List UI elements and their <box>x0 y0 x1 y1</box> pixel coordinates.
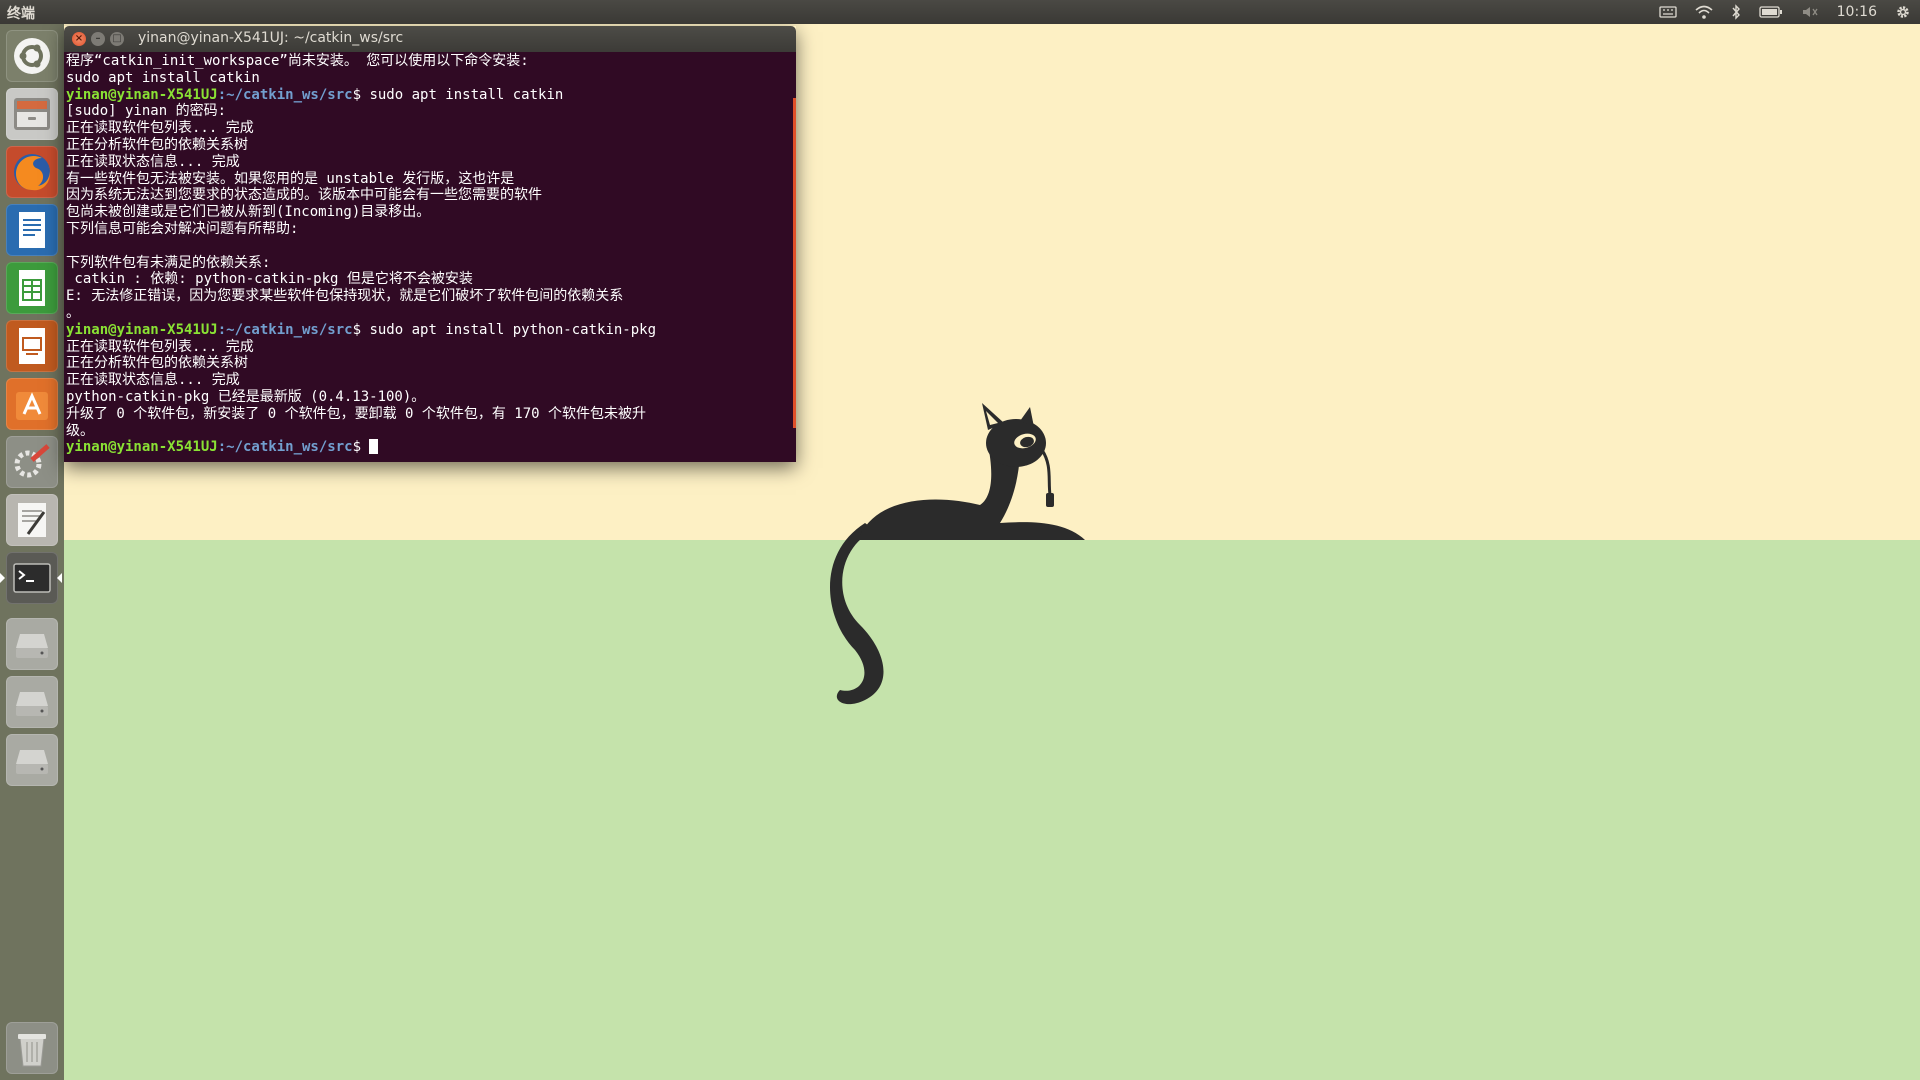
settings-wrench-icon <box>14 444 50 478</box>
prompt-path: :~/catkin_ws/src <box>217 321 353 338</box>
launcher <box>0 24 64 1080</box>
focused-indicator <box>57 573 62 583</box>
terminal-line: 下列信息可能会对解决问题有所帮助: <box>66 220 299 237</box>
terminal-line: 正在读取软件包列表... 完成 <box>66 120 254 137</box>
top-panel: 终端 10:16 <box>0 0 1920 24</box>
libreoffice-writer-icon <box>19 212 45 248</box>
launcher-writer[interactable] <box>6 204 58 256</box>
terminal-output[interactable]: 程序“catkin_init_workspace”尚未安装。 您可以使用以下命令… <box>64 52 796 462</box>
bluetooth-icon[interactable] <box>1731 4 1741 20</box>
terminal-line: 正在读取状态信息... 完成 <box>66 372 240 389</box>
keyboard-icon[interactable] <box>1658 5 1677 19</box>
launcher-drive-3[interactable] <box>6 734 58 786</box>
libreoffice-impress-icon <box>19 328 45 364</box>
terminal-line: E: 无法修正错误，因为您要求某些软件包保持现状，就是它们破坏了软件包间的依赖关… <box>66 288 624 305</box>
terminal-line: 下列软件包有未满足的依赖关系: <box>66 254 271 271</box>
terminal-line: 因为系统无法达到您要求的状态造成的。该版本中可能会有一些您需要的软件 <box>66 187 542 204</box>
terminal-line: 有一些软件包无法被安装。如果您用的是 unstable 发行版，这也许是 <box>66 170 515 187</box>
launcher-terminal[interactable] <box>0 552 62 604</box>
terminal-line: 正在分析软件包的依赖关系树 <box>66 136 248 153</box>
hard-drive-icon <box>16 750 48 774</box>
prompt-path: :~/catkin_ws/src <box>217 439 353 456</box>
terminal-line: 包尚未被创建或是它们已被从新到(Incoming)目录移出。 <box>66 204 431 221</box>
terminal-line: python-catkin-pkg 已经是最新版 (0.4.13-100)。 <box>66 388 426 405</box>
text-editor-icon <box>18 503 46 537</box>
prompt-user: yinan@yinan-X541UJ <box>66 86 218 103</box>
software-center-icon <box>16 392 48 420</box>
terminal-line: 正在读取软件包列表... 完成 <box>66 338 254 355</box>
hard-drive-icon <box>16 692 48 716</box>
active-app-name: 终端 <box>7 6 35 22</box>
firefox-icon <box>14 154 50 191</box>
running-indicator <box>0 573 5 583</box>
launcher-impress[interactable] <box>6 320 58 372</box>
cat-wallpaper-illustration <box>830 403 1085 705</box>
terminal-line: 正在分析软件包的依赖关系树 <box>66 355 248 372</box>
launcher-trash[interactable] <box>6 1022 58 1074</box>
terminal-line: 级。 <box>66 422 94 439</box>
wifi-icon[interactable] <box>1695 5 1713 19</box>
terminal-line: 程序“catkin_init_workspace”尚未安装。 您可以使用以下命令… <box>66 53 529 69</box>
terminal-scrollbar[interactable] <box>793 98 796 428</box>
terminal-prompt-line: yinan@yinan-X541UJ:~/catkin_ws/src$ sudo… <box>66 322 796 339</box>
libreoffice-calc-icon <box>19 270 45 306</box>
terminal-window[interactable]: × – □ yinan@yinan-X541UJ: ~/catkin_ws/sr… <box>64 26 796 462</box>
terminal-line: 升级了 0 个软件包，新安装了 0 个软件包，要卸载 0 个软件包，有 170 … <box>66 405 646 422</box>
prompt-symbol: $ <box>352 439 370 456</box>
maximize-button[interactable]: □ <box>110 32 124 46</box>
indicator-area: 10:16 <box>1650 0 1920 24</box>
terminal-prompt-line: yinan@yinan-X541UJ:~/catkin_ws/src$ sudo… <box>66 87 796 104</box>
prompt-user: yinan@yinan-X541UJ <box>66 321 218 338</box>
terminal-line: sudo apt install catkin <box>66 69 260 86</box>
gear-icon[interactable] <box>1895 4 1911 20</box>
terminal-line: 正在读取状态信息... 完成 <box>66 153 240 170</box>
clock[interactable]: 10:16 <box>1837 4 1877 20</box>
volume-muted-icon[interactable] <box>1801 5 1819 19</box>
hard-drive-icon <box>16 634 48 658</box>
terminal-line: catkin : 依赖: python-catkin-pkg 但是它将不会被安装 <box>66 271 473 288</box>
text-cursor <box>369 439 379 455</box>
launcher-drive-1[interactable] <box>6 618 58 670</box>
terminal-line: 。 <box>66 304 80 321</box>
window-title: yinan@yinan-X541UJ: ~/catkin_ws/src <box>138 30 404 46</box>
command-text: sudo apt install catkin <box>369 86 564 103</box>
launcher-firefox[interactable] <box>6 146 58 198</box>
terminal-prompt-line: yinan@yinan-X541UJ:~/catkin_ws/src$ <box>66 439 796 456</box>
minimize-button[interactable]: – <box>91 32 105 46</box>
terminal-line: [sudo] yinan 的密码: <box>66 103 227 120</box>
launcher-system-settings[interactable] <box>6 436 58 488</box>
prompt-user: yinan@yinan-X541UJ <box>66 439 218 456</box>
close-button[interactable]: × <box>72 32 86 46</box>
command-text: sudo apt install python-catkin-pkg <box>369 321 657 338</box>
ubuntu-logo-icon <box>14 38 50 74</box>
launcher-drive-2[interactable] <box>6 676 58 728</box>
launcher-files[interactable] <box>6 88 58 140</box>
launcher-calc[interactable] <box>6 262 58 314</box>
launcher-dash-home[interactable] <box>6 30 58 82</box>
trash-icon <box>18 1034 46 1067</box>
battery-icon[interactable] <box>1758 6 1783 18</box>
file-cabinet-icon <box>14 98 50 130</box>
prompt-path: :~/catkin_ws/src <box>217 86 353 103</box>
prompt-symbol: $ <box>352 321 370 338</box>
terminal-icon <box>13 563 51 593</box>
launcher-text-editor[interactable] <box>6 494 58 546</box>
prompt-symbol: $ <box>352 86 370 103</box>
window-titlebar[interactable]: × – □ yinan@yinan-X541UJ: ~/catkin_ws/sr… <box>64 26 796 52</box>
launcher-software-center[interactable] <box>6 378 58 430</box>
